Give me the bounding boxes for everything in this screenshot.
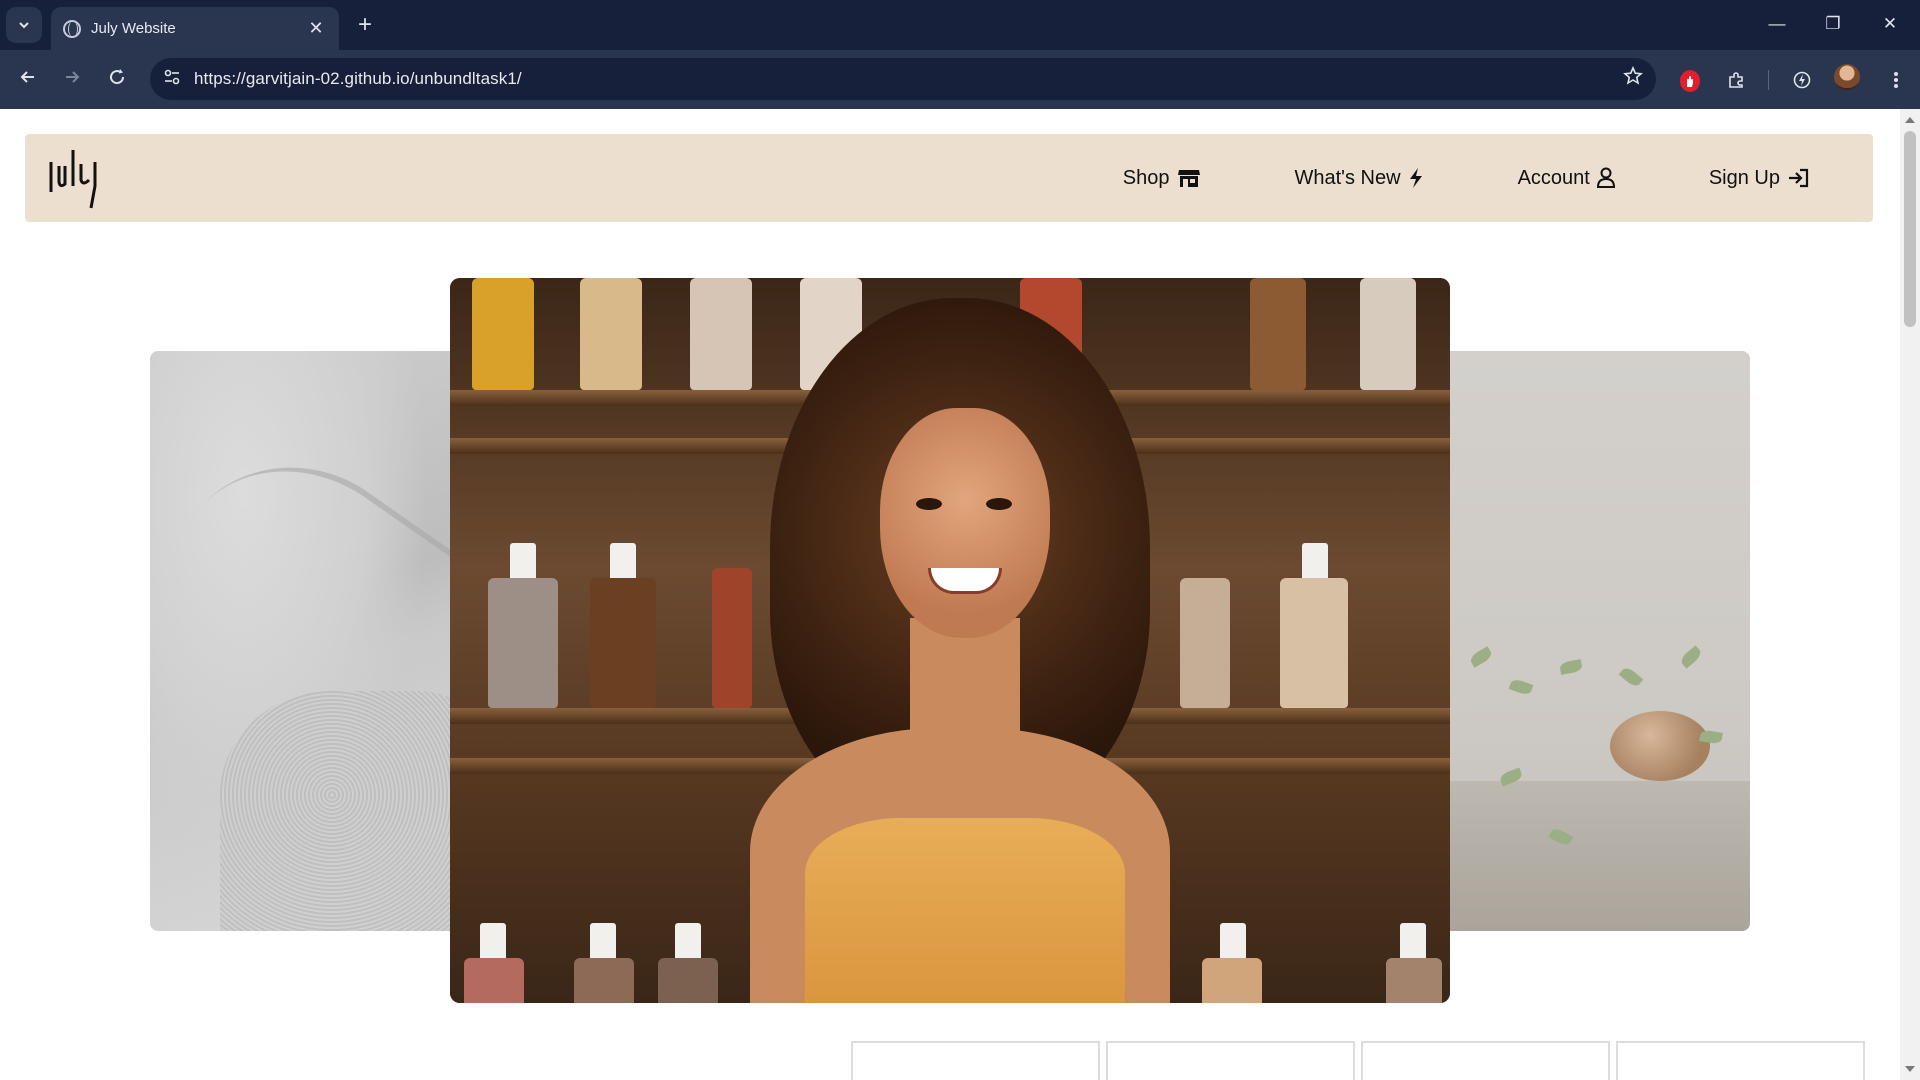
bottle xyxy=(580,278,642,390)
new-tab-button[interactable]: + xyxy=(352,12,378,38)
site-header: Shop What's New Account Sign Up xyxy=(25,134,1873,222)
yellow-top xyxy=(805,818,1125,1003)
site-settings-icon[interactable] xyxy=(150,68,194,91)
close-window-button[interactable]: ✕ xyxy=(1870,10,1910,38)
scroll-up-arrow-icon[interactable] xyxy=(1905,117,1915,123)
thumbnail-card[interactable] xyxy=(1361,1041,1610,1080)
arrow-right-icon xyxy=(66,71,80,83)
neck xyxy=(910,618,1020,768)
nav-sign-up[interactable]: Sign Up xyxy=(1709,167,1809,190)
bottle-cap xyxy=(590,923,616,963)
adblock-extension-icon[interactable] xyxy=(1680,70,1700,92)
scroll-down-arrow-icon[interactable] xyxy=(1905,1066,1915,1072)
bottle xyxy=(1280,578,1348,708)
lightning-icon xyxy=(1408,167,1424,189)
stone-texture-image xyxy=(220,691,460,931)
bottle xyxy=(464,958,524,1003)
store-icon xyxy=(1177,168,1201,188)
toolbar-separator xyxy=(1768,70,1769,90)
browser-toolbar: https://garvitjain-02.github.io/unbundlt… xyxy=(0,50,1920,109)
bottle xyxy=(472,278,534,390)
reload-icon xyxy=(110,69,125,85)
nav-label: What's New xyxy=(1294,166,1401,189)
bottle xyxy=(574,958,634,1003)
nav-shop[interactable]: Shop xyxy=(1123,167,1201,190)
thumbnail-card[interactable] xyxy=(1616,1041,1865,1080)
performance-icon[interactable] xyxy=(1790,68,1814,92)
bottle xyxy=(690,278,752,390)
tab-title: July Website xyxy=(91,20,176,37)
arrow-left-icon xyxy=(20,71,34,83)
bottle xyxy=(1386,958,1442,1003)
extensions-puzzle-icon[interactable] xyxy=(1724,68,1748,92)
scrollbar-thumb[interactable] xyxy=(1904,131,1916,327)
bottle xyxy=(1202,958,1262,1003)
thumbnail-card[interactable] xyxy=(1106,1041,1355,1080)
sign-in-icon xyxy=(1787,168,1809,188)
product-thumbnails xyxy=(851,1041,1865,1080)
woman-portrait xyxy=(750,298,1170,1003)
minimize-button[interactable]: — xyxy=(1757,10,1797,38)
plant-still-life-image xyxy=(1610,711,1710,781)
leaf xyxy=(1618,665,1644,689)
forward-button[interactable] xyxy=(57,66,87,94)
main-nav: Shop What's New Account Sign Up xyxy=(1123,134,1809,222)
page-viewport: Shop What's New Account Sign Up xyxy=(0,109,1920,1080)
woman-with-bottles-image xyxy=(450,278,1450,1003)
scrollbar[interactable] xyxy=(1900,109,1920,1080)
url-text[interactable]: https://garvitjain-02.github.io/unbundlt… xyxy=(194,69,1610,89)
bottle-cap xyxy=(1220,923,1246,963)
bottle xyxy=(488,578,558,708)
leaf xyxy=(1508,677,1534,697)
bookmark-star-icon[interactable] xyxy=(1610,66,1656,92)
nav-label: Sign Up xyxy=(1708,166,1780,189)
carousel-slide-left[interactable] xyxy=(150,351,460,931)
leaf xyxy=(1678,645,1704,669)
leaf xyxy=(1468,646,1494,668)
bottle-cap xyxy=(675,923,701,963)
tab-search-button[interactable] xyxy=(6,7,42,43)
nav-label: Shop xyxy=(1122,166,1170,189)
browser-tab-bar: July Website ✕ + — ❐ ✕ xyxy=(0,0,1920,50)
user-icon xyxy=(1596,167,1615,189)
bottle xyxy=(712,568,752,708)
bottle xyxy=(590,578,656,708)
bottle-cap xyxy=(1302,543,1328,583)
stone-ledge xyxy=(1440,781,1750,931)
bottle-cap xyxy=(510,543,536,583)
bottle xyxy=(1180,578,1230,708)
eye xyxy=(986,498,1012,510)
back-button[interactable] xyxy=(13,66,43,94)
bottle xyxy=(1250,278,1306,390)
bottle-cap xyxy=(480,923,506,963)
eye xyxy=(916,498,942,510)
restore-button[interactable]: ❐ xyxy=(1813,10,1853,38)
browser-tab[interactable]: July Website ✕ xyxy=(51,7,339,50)
carousel-slide-center[interactable] xyxy=(450,278,1450,1003)
thumbnail-card[interactable] xyxy=(851,1041,1100,1080)
bottle-cap xyxy=(1400,923,1426,963)
leaf xyxy=(1559,659,1583,675)
profile-avatar[interactable] xyxy=(1834,64,1860,90)
address-bar[interactable]: https://garvitjain-02.github.io/unbundlt… xyxy=(150,58,1656,100)
face xyxy=(880,408,1050,638)
brand-logo-mark xyxy=(49,150,97,209)
close-tab-icon[interactable]: ✕ xyxy=(305,18,327,39)
reload-button[interactable] xyxy=(102,66,132,94)
nav-account[interactable]: Account xyxy=(1518,167,1615,190)
bottle xyxy=(1360,278,1416,390)
july-logo[interactable] xyxy=(47,146,107,212)
chrome-menu-icon[interactable] xyxy=(1884,68,1908,92)
chevron-down-icon xyxy=(19,22,29,29)
nav-label: Account xyxy=(1517,166,1590,189)
bottle-cap xyxy=(610,543,636,583)
globe-icon xyxy=(63,19,81,38)
nav-whats-new[interactable]: What's New xyxy=(1295,167,1424,190)
carousel-slide-right[interactable] xyxy=(1440,351,1750,931)
bottle xyxy=(658,958,718,1003)
